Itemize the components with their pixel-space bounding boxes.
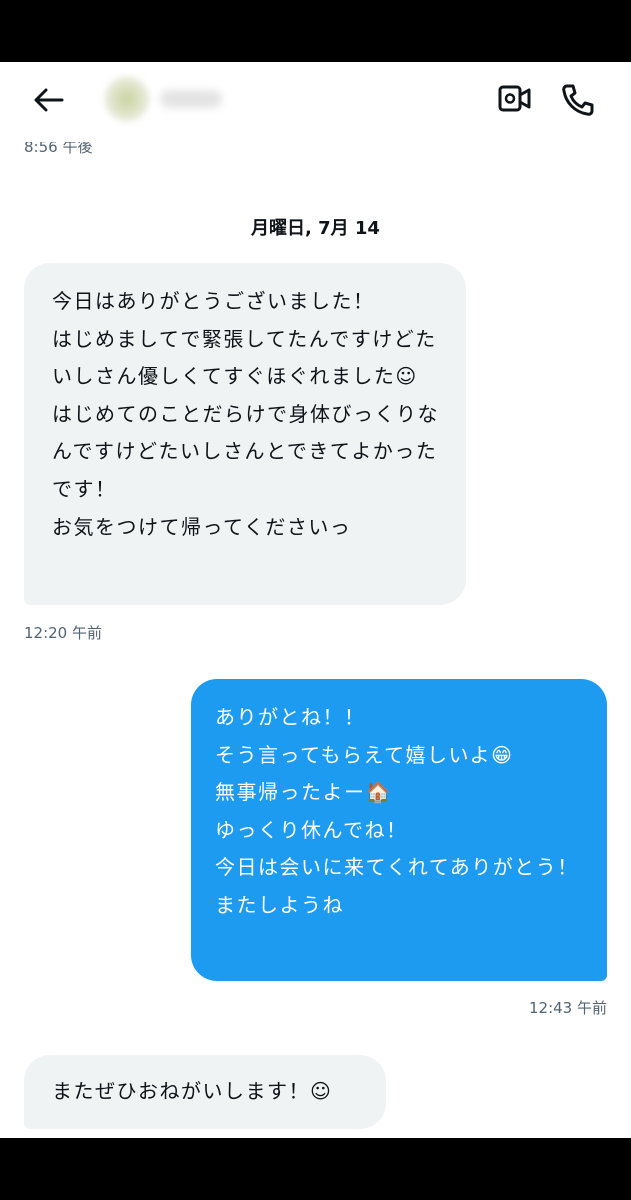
previous-message-timestamp: 8:56 午後 bbox=[24, 138, 93, 156]
back-button[interactable] bbox=[28, 80, 68, 120]
avatar[interactable] bbox=[104, 76, 150, 122]
phone-icon bbox=[562, 84, 594, 116]
incoming-message-bubble[interactable]: またぜひおねがいします！☺ bbox=[24, 1055, 386, 1129]
arrow-left-icon bbox=[34, 88, 64, 112]
contact-name-redacted[interactable] bbox=[160, 90, 222, 108]
conversation-header bbox=[0, 62, 631, 134]
outgoing-message-bubble[interactable]: ありがとね！！ そう言ってもらえて嬉しいよ😁 無事帰ったよー🏠 ゆっくり休んでね… bbox=[191, 679, 607, 981]
dm-conversation-screen: 8:56 午後 月曜日, 7月 14 今日はありがとうございました！ はじめまし… bbox=[0, 62, 631, 1138]
message-timestamp: 12:43 午前 bbox=[529, 999, 607, 1017]
date-separator: 月曜日, 7月 14 bbox=[251, 218, 380, 239]
video-camera-icon bbox=[498, 85, 531, 112]
voice-call-button[interactable] bbox=[556, 80, 596, 120]
video-call-button[interactable] bbox=[494, 82, 534, 116]
message-timestamp: 12:20 午前 bbox=[24, 624, 102, 642]
incoming-message-bubble[interactable]: 今日はありがとうございました！ はじめましてで緊張してたんですけどたいしさん優し… bbox=[24, 263, 466, 605]
